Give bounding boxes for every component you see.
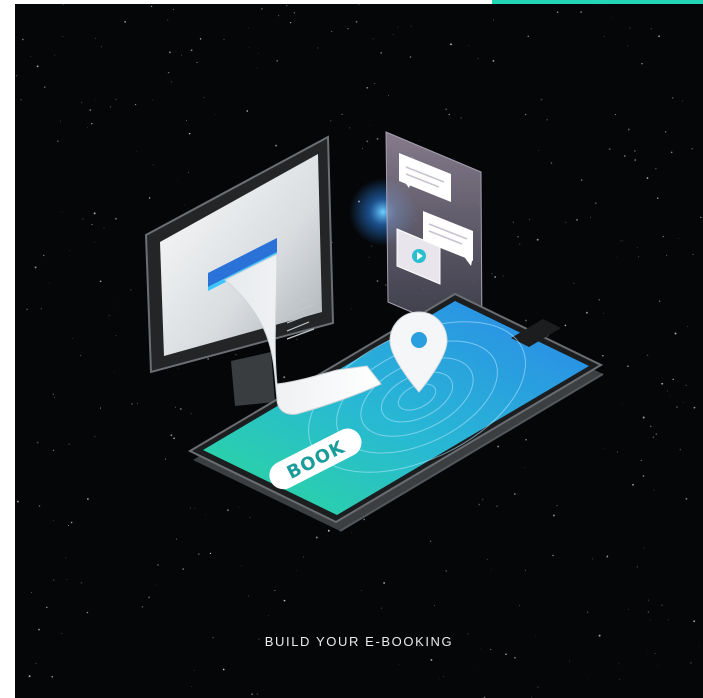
monitor — [144, 135, 335, 406]
booking-illustration: BOOK — [144, 131, 604, 532]
poster-caption: BUILD YOUR E-BOOKING — [264, 634, 454, 649]
poster-canvas: BOOK BUILD YOUR E-BOOKING — [15, 4, 703, 698]
